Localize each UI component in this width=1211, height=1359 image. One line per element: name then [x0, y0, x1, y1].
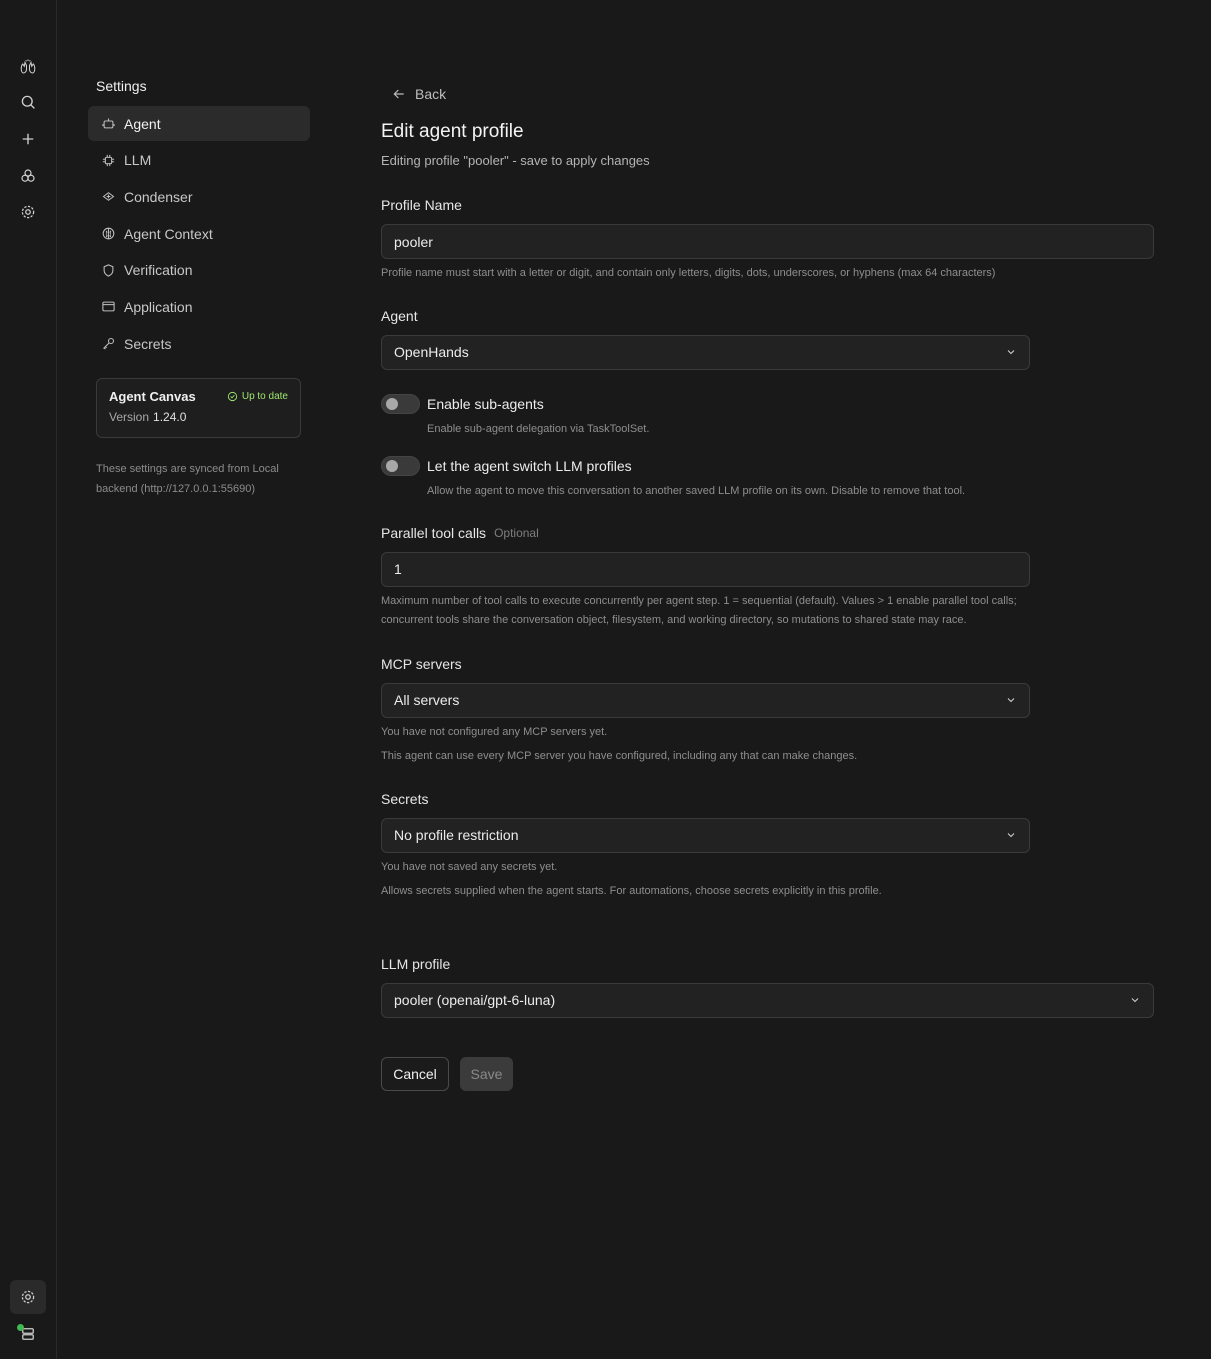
switch-llm-row: Let the agent switch LLM profiles Allow … [381, 456, 1154, 502]
sidebar-item-agent[interactable]: Agent [88, 106, 310, 141]
back-label: Back [415, 86, 447, 102]
chevron-down-icon [1131, 998, 1139, 1003]
sidebar-item-secrets[interactable]: Secrets [88, 326, 310, 361]
mcp-select-value: All servers [394, 692, 460, 708]
sidebar-title: Settings [96, 78, 147, 94]
switch-llm-toggle[interactable] [381, 456, 420, 476]
mcp-label: MCP servers [381, 655, 462, 672]
sidebar-item-label: LLM [124, 152, 152, 169]
chevron-down-icon [1007, 350, 1015, 355]
robot-icon [100, 116, 116, 132]
sub-agents-title: Enable sub-agents [427, 395, 544, 412]
plus-icon[interactable] [14, 125, 42, 153]
sidebar-item-llm[interactable]: LLM [88, 143, 310, 178]
llm-profile-select[interactable]: pooler (openai/gpt-6-luna) [381, 982, 1154, 1018]
profile-name-input[interactable]: pooler [381, 224, 1154, 259]
mcp-select[interactable]: All servers [381, 682, 1030, 718]
sidebar-item-label: Application [124, 298, 193, 315]
mcp-help-2: This agent can use every MCP server you … [381, 750, 858, 762]
switch-llm-desc: Allow the agent to move this conversatio… [427, 485, 966, 497]
version-line: Version 1.24.0 [109, 410, 288, 424]
save-button[interactable]: Save [460, 1056, 513, 1091]
parallel-help: Maximum number of tool calls to execute … [381, 594, 1017, 627]
settings-nav: Agent LLM Condenser Agent Context Verifi… [88, 106, 310, 361]
edit-profile-form: Back Edit agent profile Editing profile … [381, 84, 1154, 1091]
brain-icon [100, 226, 116, 242]
sidebar-item-label: Agent Context [124, 225, 213, 242]
parallel-label: Parallel tool calls Optional [381, 524, 1154, 542]
version-number: 1.24.0 [153, 410, 187, 425]
secrets-select-value: No profile restriction [394, 827, 519, 843]
switch-llm-title: Let the agent switch LLM profiles [427, 458, 632, 474]
sub-agents-toggle[interactable] [381, 393, 420, 414]
condenser-icon [100, 189, 116, 205]
llm-profile-value: pooler (openai/gpt-6-luna) [394, 992, 556, 1008]
secrets-help-2: Allows secrets supplied when the agent s… [381, 885, 882, 897]
profile-name-label: Profile Name [381, 197, 462, 213]
circles-icon[interactable] [14, 162, 42, 190]
llm-profile-label: LLM profile [381, 955, 451, 972]
sidebar-item-label: Secrets [124, 335, 172, 352]
sidebar-item-verification[interactable]: Verification [88, 253, 310, 288]
arrow-left-icon [393, 89, 404, 99]
sync-note: These settings are synced from Local bac… [96, 463, 279, 496]
profile-name-value: pooler [394, 233, 433, 250]
page-title: Edit agent profile [381, 121, 524, 142]
app-name: Agent Canvas [109, 389, 196, 405]
sidebar-item-label: Verification [124, 262, 193, 279]
shield-icon [100, 262, 116, 278]
parallel-value: 1 [394, 561, 402, 577]
settings-sidebar: Settings Agent LLM Condenser Agent Conte… [88, 78, 310, 499]
window-icon [100, 299, 116, 315]
gear-icon[interactable] [14, 198, 42, 226]
search-icon[interactable] [14, 88, 42, 116]
profile-name-help: Profile name must start with a letter or… [381, 267, 996, 279]
secrets-label: Secrets [381, 790, 429, 807]
sub-agents-desc: Enable sub-agent delegation via TaskTool… [427, 422, 650, 435]
form-actions: Cancel Save [381, 1056, 1154, 1091]
agent-select[interactable]: OpenHands [381, 334, 1030, 370]
version-card: Agent Canvas Up to date Version 1.24.0 [96, 378, 301, 439]
parallel-label-text: Parallel tool calls [381, 524, 487, 541]
secrets-help-1: You have not saved any secrets yet. [381, 860, 558, 873]
status-badge-label: Up to date [241, 391, 288, 403]
sidebar-item-label: Agent [124, 115, 161, 132]
page-subtitle: Editing profile "pooler" - save to apply… [381, 153, 650, 168]
app-rail [0, 0, 57, 1359]
parallel-tool-calls-input[interactable]: 1 [381, 551, 1030, 587]
sidebar-item-label: Condenser [124, 188, 193, 205]
check-circle-icon [227, 392, 237, 402]
key-icon [100, 336, 116, 352]
chip-icon [100, 152, 116, 168]
status-badge: Up to date [227, 391, 288, 402]
agent-select-value: OpenHands [394, 344, 469, 360]
sidebar-item-condenser[interactable]: Condenser [88, 179, 310, 214]
chevron-down-icon [1007, 833, 1015, 838]
settings-gear-icon[interactable] [10, 1280, 46, 1314]
sub-agents-row: Enable sub-agents Enable sub-agent deleg… [381, 393, 1154, 440]
chevron-down-icon [1007, 698, 1015, 703]
cancel-button[interactable]: Cancel [381, 1056, 449, 1091]
mcp-help-1: You have not configured any MCP servers … [381, 725, 608, 738]
sidebar-item-application[interactable]: Application [88, 289, 310, 324]
optional-tag: Optional [494, 525, 539, 540]
sidebar-item-agent-context[interactable]: Agent Context [88, 216, 310, 251]
secrets-select[interactable]: No profile restriction [381, 817, 1030, 853]
version-label: Version [109, 410, 150, 425]
hands-logo-icon[interactable] [14, 53, 42, 81]
connection-status-dot [17, 1324, 24, 1331]
agent-label: Agent [381, 307, 418, 324]
back-link[interactable]: Back [391, 84, 1154, 104]
